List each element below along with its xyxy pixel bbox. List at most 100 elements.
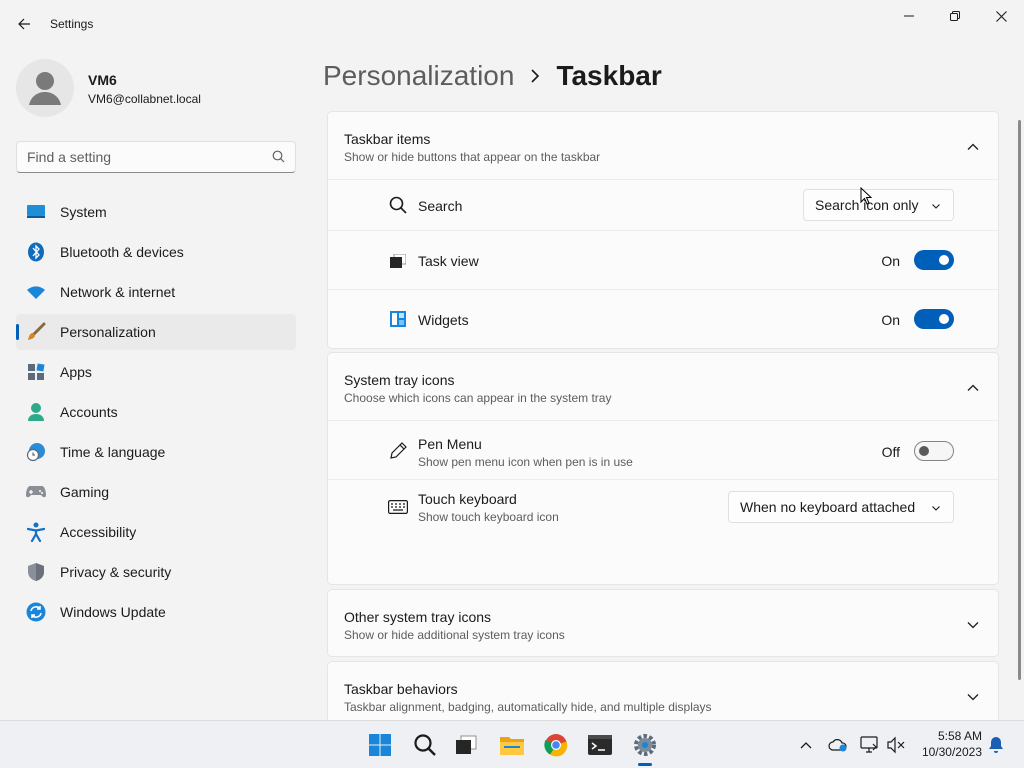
section-title: Other system tray icons bbox=[344, 609, 492, 625]
show-hidden-icons-button[interactable] bbox=[796, 735, 816, 755]
row-label: Pen Menu bbox=[418, 436, 482, 452]
sidebar-item-accounts[interactable]: Accounts bbox=[16, 394, 296, 430]
settings-search[interactable] bbox=[16, 141, 296, 173]
taskbar-settings[interactable] bbox=[629, 729, 661, 761]
avatar bbox=[16, 59, 74, 117]
brush-icon bbox=[26, 322, 46, 342]
restore-icon bbox=[950, 11, 960, 21]
minimize-button[interactable] bbox=[886, 4, 932, 28]
wifi-icon bbox=[26, 282, 46, 302]
accounts-icon bbox=[26, 402, 46, 422]
other-tray-icons-section[interactable]: Other system tray icons Show or hide add… bbox=[327, 589, 999, 657]
sidebar-item-privacy[interactable]: Privacy & security bbox=[16, 554, 296, 590]
sidebar-item-label: Time & language bbox=[60, 444, 166, 460]
speaker-muted-icon bbox=[887, 736, 905, 754]
user-email: VM6@collabnet.local bbox=[88, 92, 201, 106]
toggle-state-text: On bbox=[881, 253, 900, 269]
system-tray-icons-header[interactable]: System tray icons Choose which icons can… bbox=[328, 353, 998, 421]
row-description: Show pen menu icon when pen is in use bbox=[418, 455, 633, 469]
system-icon bbox=[26, 202, 46, 222]
taskbar-task-view-button[interactable] bbox=[450, 729, 482, 761]
sidebar-item-system[interactable]: System bbox=[16, 194, 296, 230]
taskbar-search-button[interactable] bbox=[409, 729, 441, 761]
start-icon bbox=[369, 734, 391, 756]
tray-onedrive[interactable] bbox=[828, 735, 848, 755]
sidebar-item-network[interactable]: Network & internet bbox=[16, 274, 296, 310]
section-title: Taskbar items bbox=[344, 131, 431, 147]
section-title: Taskbar behaviors bbox=[344, 681, 458, 697]
chevron-up-icon[interactable] bbox=[966, 381, 980, 395]
search-icon bbox=[272, 150, 285, 168]
taskbar-file-explorer[interactable] bbox=[496, 729, 528, 761]
sidebar-item-bluetooth[interactable]: Bluetooth & devices bbox=[16, 234, 296, 270]
app-title: Settings bbox=[50, 17, 94, 31]
start-button[interactable] bbox=[364, 729, 396, 761]
chevron-down-icon[interactable] bbox=[966, 618, 980, 632]
sidebar-item-accessibility[interactable]: Accessibility bbox=[16, 514, 296, 550]
breadcrumb-parent[interactable]: Personalization bbox=[323, 60, 514, 92]
pen-menu-row: Pen Menu Show pen menu icon when pen is … bbox=[328, 421, 998, 480]
bluetooth-icon bbox=[26, 242, 46, 262]
sidebar-item-label: Network & internet bbox=[60, 284, 176, 300]
section-title: System tray icons bbox=[344, 372, 455, 388]
taskbar-items-section: Taskbar items Show or hide buttons that … bbox=[327, 111, 999, 349]
dropdown-value: When no keyboard attached bbox=[740, 499, 916, 515]
row-label: Search bbox=[418, 198, 463, 214]
chevron-up-icon[interactable] bbox=[966, 140, 980, 154]
chevron-up-icon bbox=[800, 742, 812, 749]
task-view-icon bbox=[388, 251, 408, 271]
back-button[interactable] bbox=[12, 12, 36, 36]
apps-icon bbox=[26, 362, 46, 382]
sidebar-item-apps[interactable]: Apps bbox=[16, 354, 296, 390]
other-tray-icons-header[interactable]: Other system tray icons Show or hide add… bbox=[328, 590, 998, 658]
sidebar-item-windows-update[interactable]: Windows Update bbox=[16, 594, 296, 630]
chevron-right-icon bbox=[530, 69, 540, 83]
pen-icon bbox=[388, 441, 408, 461]
sidebar-item-label: Personalization bbox=[60, 324, 156, 340]
restore-button[interactable] bbox=[932, 4, 978, 28]
breadcrumb: Personalization Taskbar bbox=[323, 56, 662, 96]
pen-menu-toggle[interactable] bbox=[914, 441, 954, 461]
taskbar-terminal[interactable] bbox=[584, 729, 616, 761]
row-label: Task view bbox=[418, 253, 479, 269]
system-tray-icons-section: System tray icons Choose which icons can… bbox=[327, 352, 999, 585]
toggle-state-text: Off bbox=[881, 444, 900, 460]
tray-network[interactable] bbox=[860, 735, 880, 755]
chevron-down-icon bbox=[932, 204, 940, 209]
search-input[interactable] bbox=[17, 142, 247, 172]
taskbar-behaviors-section[interactable]: Taskbar behaviors Taskbar alignment, bad… bbox=[327, 661, 999, 729]
taskbar-chrome[interactable] bbox=[540, 729, 572, 761]
sidebar-item-label: Bluetooth & devices bbox=[60, 244, 184, 260]
shield-icon bbox=[26, 562, 46, 582]
close-icon bbox=[995, 10, 1007, 22]
user-profile[interactable]: VM6 VM6@collabnet.local bbox=[16, 56, 306, 120]
network-icon bbox=[860, 736, 878, 753]
terminal-icon bbox=[588, 735, 612, 755]
clock-time: 5:58 AM bbox=[937, 729, 982, 743]
sidebar-item-time-language[interactable]: Time & language bbox=[16, 434, 296, 470]
taskbar-items-header[interactable]: Taskbar items Show or hide buttons that … bbox=[328, 112, 998, 180]
globe-clock-icon bbox=[26, 442, 46, 462]
chrome-icon bbox=[544, 734, 568, 757]
accessibility-icon bbox=[26, 522, 46, 542]
bell-icon bbox=[989, 737, 1003, 753]
user-avatar-icon bbox=[29, 72, 61, 105]
widgets-toggle[interactable] bbox=[914, 309, 954, 329]
toggle-knob bbox=[939, 255, 949, 265]
task-view-toggle[interactable] bbox=[914, 250, 954, 270]
taskbar-clock[interactable]: 5:58 AM 10/30/2023 bbox=[920, 728, 982, 760]
touch-keyboard-row: Touch keyboard Show touch keyboard icon … bbox=[328, 480, 998, 535]
page-title: Taskbar bbox=[556, 60, 662, 91]
touch-keyboard-dropdown[interactable]: When no keyboard attached bbox=[728, 491, 954, 523]
search-style-dropdown[interactable]: Search icon only bbox=[803, 189, 954, 221]
section-subtitle: Taskbar alignment, badging, automaticall… bbox=[344, 700, 712, 714]
section-subtitle: Show or hide additional system tray icon… bbox=[344, 628, 565, 642]
sidebar-item-personalization[interactable]: Personalization bbox=[16, 314, 296, 350]
tray-volume[interactable] bbox=[886, 735, 906, 755]
sidebar-item-gaming[interactable]: Gaming bbox=[16, 474, 296, 510]
scrollbar[interactable] bbox=[1018, 120, 1021, 680]
chevron-down-icon[interactable] bbox=[966, 690, 980, 704]
notifications-button[interactable] bbox=[986, 735, 1006, 755]
search-icon bbox=[414, 734, 436, 756]
close-button[interactable] bbox=[978, 4, 1024, 28]
